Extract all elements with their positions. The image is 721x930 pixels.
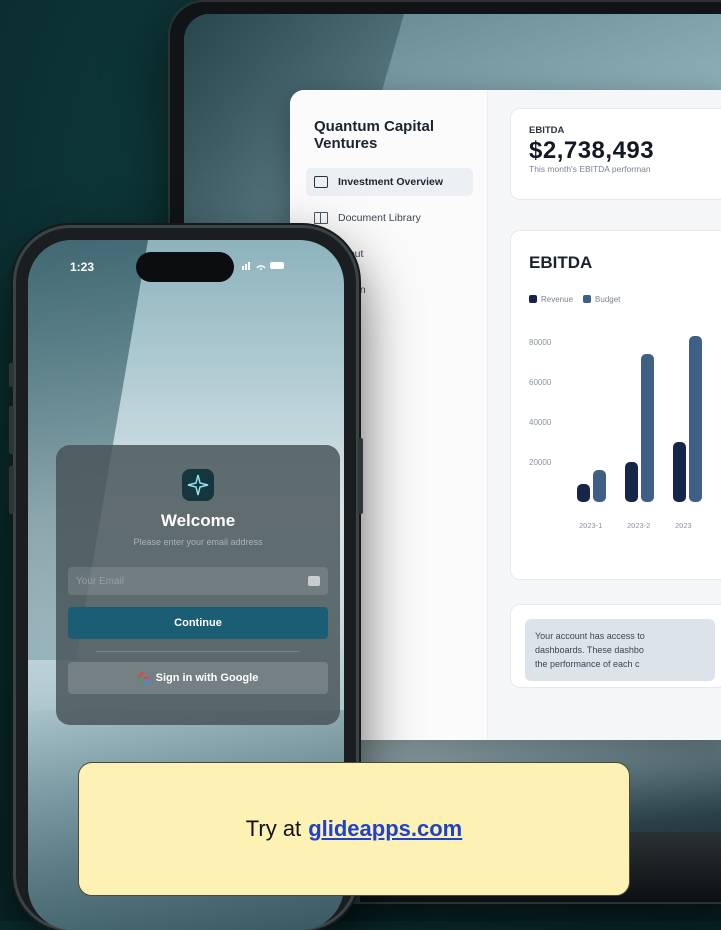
password-manager-icon[interactable]: [308, 576, 320, 586]
status-icons: [242, 260, 286, 272]
kpi-value: $2,738,493: [529, 137, 655, 164]
bar-revenue[interactable]: [625, 462, 638, 502]
phone-power-button: [358, 438, 363, 514]
google-sign-in-button[interactable]: Sign in with Google: [68, 662, 328, 694]
edit-icon: [314, 176, 328, 188]
legend-label: Budget: [595, 295, 621, 304]
y-tick-label: 60000: [529, 378, 552, 387]
phone-volume-down-button: [9, 466, 14, 514]
notice-line: dashboards. These dashbo: [535, 645, 644, 655]
sidebar-item-investment-overview[interactable]: Investment Overview: [306, 168, 473, 196]
welcome-title: Welcome: [160, 511, 236, 530]
sidebar-item-label: Document Library: [338, 212, 421, 224]
email-placeholder: Your Email: [76, 575, 124, 587]
sidebar-item-label: Investment Overview: [338, 176, 444, 188]
x-tick-label: 2023-2: [627, 521, 650, 530]
notice-line: Your account has access to: [535, 631, 645, 641]
x-tick-label: 2023-1: [579, 521, 602, 530]
bar-budget[interactable]: [689, 336, 702, 502]
signal-wifi-battery-icon: [242, 262, 284, 270]
y-tick-label: 20000: [529, 458, 552, 467]
continue-button[interactable]: Continue: [68, 607, 328, 639]
sparkle-icon: [187, 474, 209, 496]
legend-item-revenue[interactable]: Revenue: [529, 295, 573, 304]
cta-text: Try at: [245, 816, 302, 841]
y-tick-label: 40000: [529, 418, 552, 427]
legend-swatch-revenue: [529, 295, 537, 303]
phone-side-button: [9, 363, 14, 387]
book-icon: [314, 212, 328, 224]
chart-card: EBITDA Revenue Budget 20000 40000 60000 800…: [510, 230, 721, 580]
bar-budget[interactable]: [641, 354, 654, 502]
ebitda-bar-chart: 20000 40000 60000 80000 2023-1 2023-2 2023: [529, 336, 702, 530]
kpi-card: EBITDA $2,738,493 This month's EBITDA pe…: [510, 108, 721, 200]
y-tick-label: 80000: [529, 338, 552, 347]
app-logo: [182, 469, 214, 501]
divider: [96, 651, 300, 652]
phone-volume-up-button: [9, 406, 14, 454]
legend-label: Revenue: [541, 295, 574, 304]
legend-swatch-budget: [583, 295, 592, 303]
status-time: 1:23: [70, 260, 95, 274]
bar-revenue[interactable]: [577, 484, 590, 502]
cta-link[interactable]: glideapps.com: [308, 816, 462, 842]
legend-item-budget[interactable]: Budget: [583, 295, 620, 304]
welcome-subtitle: Please enter your email address: [133, 537, 263, 547]
kpi-subtitle: This month's EBITDA performan: [529, 164, 651, 174]
notice-line: the performance of each c: [535, 659, 640, 669]
chart-legend: Revenue Budget: [529, 295, 721, 304]
access-notice-card: Your account has access to dashboards. T…: [510, 604, 721, 688]
google-button-label: Sign in with Google: [155, 672, 259, 684]
cta-banner: Try at glideapps.com: [78, 762, 630, 896]
dynamic-island: [136, 252, 234, 282]
x-tick-label: 2023: [675, 521, 692, 530]
sidebar-item-document-library[interactable]: Document Library: [306, 204, 473, 232]
google-icon: [137, 672, 150, 684]
bar-revenue[interactable]: [673, 442, 686, 502]
main-content: EBITDA $2,738,493 This month's EBITDA pe…: [488, 90, 721, 740]
email-field[interactable]: Your Email: [68, 567, 328, 595]
bar-budget[interactable]: [593, 470, 606, 502]
access-notice: Your account has access to dashboards. T…: [525, 619, 715, 681]
kpi-label: EBITDA: [529, 125, 565, 136]
chart-title: EBITDA: [529, 253, 593, 272]
app-title: Quantum Capital Ventures: [314, 118, 435, 152]
login-card: Welcome Please enter your email address …: [56, 445, 340, 725]
